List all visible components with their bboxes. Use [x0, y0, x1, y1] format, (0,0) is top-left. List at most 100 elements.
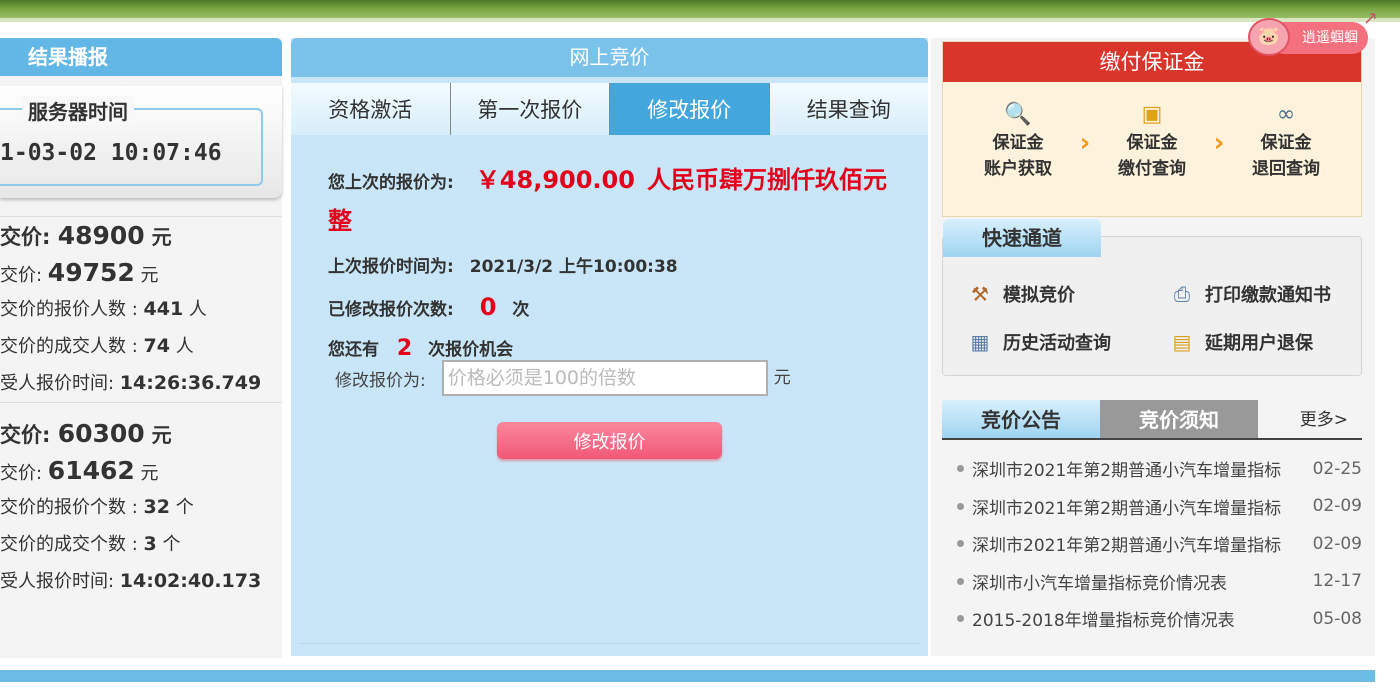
list-item[interactable]: 深圳市2021年第2期普通小汽车增量指标 02-09 — [942, 525, 1362, 563]
stat-value: 49752 — [47, 258, 135, 287]
stat-value: 74 — [143, 335, 170, 357]
stat-row: 交价的报价个数 : 32 个 — [0, 496, 194, 518]
chevron-right-icon: › — [1213, 128, 1225, 158]
bullet-icon — [957, 540, 964, 548]
deposit-panel: 缴付保证金 🔍 保证金 账户获取 › ▣ 保证金 缴付查询 › ∞ 保证金 退回… — [942, 41, 1362, 217]
last-bid-line: 您上次的报价为: ￥48,900.00 人民币肆万捌仟玖佰元 — [328, 160, 918, 195]
announcement-title: 深圳市小汽车增量指标竞价情况表 — [972, 573, 1227, 594]
modify-price-unit: 元 — [773, 367, 791, 388]
printer-icon: ⎙ — [1174, 282, 1190, 306]
server-time-box: 服务器时间 1-03-02 10:07:46 — [0, 86, 282, 198]
announcement-title: 深圳市2021年第2期普通小汽车增量指标 — [972, 536, 1282, 557]
right-sidebar: 缴付保证金 🔍 保证金 账户获取 › ▣ 保证金 缴付查询 › ∞ 保证金 退回… — [931, 38, 1375, 656]
modify-bid-button[interactable]: 修改报价 — [497, 422, 722, 459]
tab-modify-bid[interactable]: 修改报价 — [610, 83, 770, 135]
server-time-label: 服务器时间 — [22, 96, 134, 125]
modify-price-input[interactable] — [441, 360, 768, 396]
bullet-icon — [957, 465, 964, 473]
tab-first-bid[interactable]: 第一次报价 — [450, 83, 610, 135]
stat-row: 交价的成交人数 : 74 人 — [0, 335, 194, 357]
stat-value: 32 — [143, 496, 170, 518]
last-bid-amount: ￥48,900.00 — [475, 166, 635, 194]
modify-count-line: 已修改报价次数: 0 次 — [328, 293, 918, 321]
bottom-band — [0, 670, 1375, 682]
stat-value: 48900 — [57, 221, 145, 250]
modify-count-value: 0 — [479, 293, 497, 321]
chevron-right-icon: › — [1079, 128, 1091, 158]
stat-row: 受人报价时间: 14:02:40.173 — [0, 570, 262, 592]
announcement-title: 深圳市2021年第2期普通小汽车增量指标 — [972, 498, 1282, 519]
tab-bidding-announcements[interactable]: 竞价公告 — [942, 400, 1100, 438]
divider — [299, 643, 920, 644]
more-link[interactable]: 更多> — [1300, 400, 1348, 438]
announcement-date: 12-17 — [1312, 571, 1362, 592]
quick-print-notice[interactable]: ⎙ 打印缴款通知书 — [1169, 281, 1359, 307]
stat-value: 441 — [143, 298, 184, 320]
deposit-payment-query-link[interactable]: ▣ 保证金 缴付查询 — [1097, 100, 1207, 182]
announcements-panel: 竞价公告 竞价须知 更多> 深圳市2021年第2期普通小汽车增量指标 02-25 … — [942, 400, 1362, 638]
quick-history-query[interactable]: ▦ 历史活动查询 — [967, 329, 1169, 355]
divider — [0, 402, 282, 403]
quick-item-label: 历史活动查询 — [1003, 333, 1111, 354]
tab-result-query[interactable]: 结果查询 — [769, 83, 928, 135]
pig-icon: 🐷 — [1248, 18, 1290, 56]
remaining-suffix: 次报价机会 — [428, 340, 514, 360]
tab-bidding-notice[interactable]: 竞价须知 — [1100, 400, 1258, 438]
binoculars-icon: ∞ — [1276, 102, 1296, 127]
list-item[interactable]: 深圳市小汽车增量指标竞价情况表 12-17 — [942, 563, 1362, 601]
step-label-line2: 账户获取 — [984, 159, 1052, 179]
stat-value: 14:02:40.173 — [119, 570, 262, 592]
last-bid-chinese: 人民币肆万捌仟玖佰元 — [646, 166, 887, 194]
remaining-prefix: 您还有 — [328, 340, 379, 360]
stat-row: 交价的成交个数 : 3 个 — [0, 533, 181, 555]
last-time-label: 上次报价时间为: — [328, 257, 454, 277]
quick-item-label: 打印缴款通知书 — [1205, 285, 1331, 306]
stat-row: 交价: 48900 元 — [0, 221, 172, 250]
quick-simulate-bid[interactable]: ⚒ 模拟竞价 — [967, 281, 1169, 307]
quick-item-label: 模拟竞价 — [1003, 285, 1075, 306]
deposit-account-link[interactable]: 🔍 保证金 账户获取 — [963, 100, 1073, 182]
gavel-icon: ⚒ — [971, 282, 989, 306]
server-time-value: 1-03-02 10:07:46 — [0, 140, 222, 166]
last-bid-chinese-wrap: 整 — [328, 207, 352, 235]
remaining-line: 您还有 2 次报价机会 — [328, 335, 918, 361]
clipboard-icon: ▤ — [1172, 330, 1192, 354]
tab-qualification-activate[interactable]: 资格激活 — [291, 83, 451, 135]
list-item[interactable]: 2015-2018年增量指标竞价情况表 05-08 — [942, 600, 1362, 638]
modify-price-label: 修改报价为: — [335, 370, 426, 391]
top-banner-grass — [0, 0, 1400, 22]
announcement-tabs: 竞价公告 竞价须知 更多> — [942, 400, 1362, 440]
results-broadcast-panel: 结果播报 服务器时间 1-03-02 10:07:46 交价: 48900 元 … — [0, 38, 282, 658]
stat-row: 受人报价时间: 14:26:36.749 — [0, 372, 262, 394]
step-label-line1: 保证金 — [1126, 133, 1178, 153]
mascot-badge[interactable]: 逍遥蝈蝈 🐷 — [1248, 14, 1368, 60]
stat-value: 3 — [143, 533, 157, 555]
results-broadcast-title: 结果播报 — [0, 38, 282, 76]
online-bidding-panel: 网上竞价 资格激活 第一次报价 修改报价 结果查询 您上次的报价为: ￥48,90… — [291, 38, 928, 656]
bullet-icon — [957, 502, 964, 510]
stat-row: 交价: 49752 元 — [0, 258, 159, 287]
list-item[interactable]: 深圳市2021年第2期普通小汽车增量指标 02-09 — [942, 488, 1362, 526]
quick-extend-refund[interactable]: ▤ 延期用户退保 — [1169, 329, 1359, 355]
announcement-title: 深圳市2021年第2期普通小汽车增量指标 — [972, 461, 1282, 482]
bid-info: 您上次的报价为: ￥48,900.00 人民币肆万捌仟玖佰元 整 上次报价时间为: … — [328, 160, 918, 361]
online-bidding-title: 网上竞价 — [291, 38, 928, 77]
announcement-list: 深圳市2021年第2期普通小汽车增量指标 02-25 深圳市2021年第2期普通小… — [942, 450, 1362, 638]
announcement-date: 02-25 — [1312, 458, 1362, 479]
modify-count-label: 已修改报价次数: — [328, 300, 454, 320]
bullet-icon — [957, 577, 964, 585]
last-time-line: 上次报价时间为: 2021/3/2 上午10:00:38 — [328, 252, 918, 277]
bullet-icon — [957, 615, 964, 623]
step-label-line2: 退回查询 — [1252, 159, 1320, 179]
announcement-date: 02-09 — [1312, 533, 1362, 554]
stats-list: 交价: 48900 元 交价: 49752 元 交价的报价人数 : 441 人 … — [0, 216, 282, 600]
page-edge — [1375, 22, 1400, 700]
modify-price-row: 修改报价为: 元 — [335, 360, 791, 396]
stat-row: 交价: 61462 元 — [0, 456, 159, 485]
modify-count-unit: 次 — [512, 300, 530, 320]
list-item[interactable]: 深圳市2021年第2期普通小汽车增量指标 02-25 — [942, 450, 1362, 488]
step-label-line1: 保证金 — [992, 133, 1044, 153]
deposit-refund-query-link[interactable]: ∞ 保证金 退回查询 — [1231, 100, 1341, 182]
quick-access-title: 快速通道 — [943, 219, 1101, 257]
stat-row: 交价的报价人数 : 441 人 — [0, 298, 207, 320]
